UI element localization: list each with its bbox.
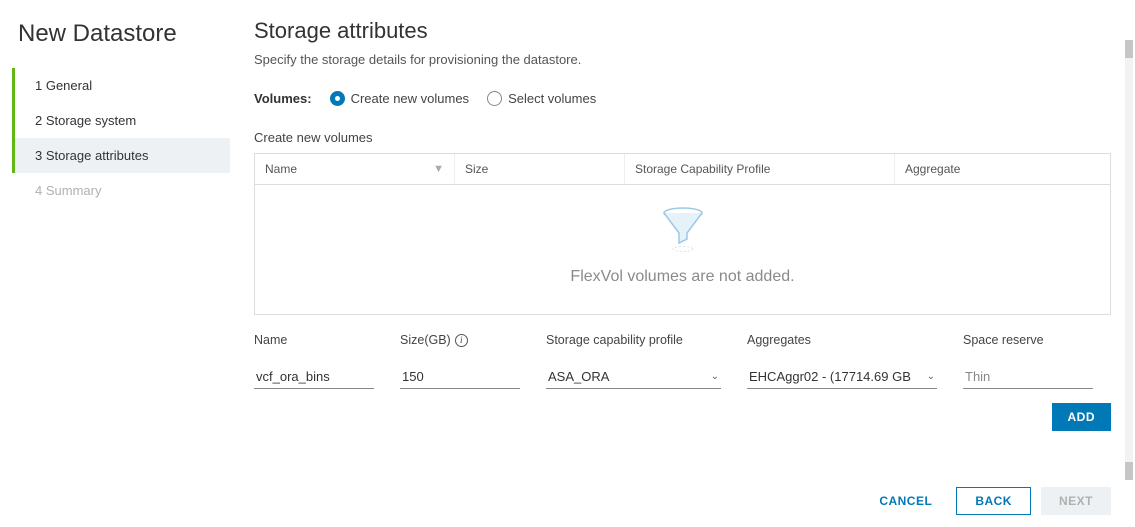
name-input[interactable] — [254, 365, 374, 389]
scrollbar[interactable] — [1125, 40, 1133, 480]
step-summary: 4 Summary — [12, 173, 230, 208]
agg-label: Aggregates — [747, 333, 937, 347]
scp-label: Storage capability profile — [546, 333, 721, 347]
page-title: Storage attributes — [254, 18, 1111, 44]
create-volumes-section-label: Create new volumes — [254, 130, 1111, 145]
new-volume-form: Name Size(GB) i Storage capability profi… — [254, 333, 1111, 389]
wizard-sidebar: New Datastore 1 General 2 Storage system… — [0, 0, 230, 527]
back-button[interactable]: BACK — [956, 487, 1031, 515]
table-empty-body: FlexVol volumes are not added. — [255, 185, 1110, 314]
volumes-mode-row: Volumes: Create new volumes Select volum… — [254, 91, 1111, 106]
space-reserve-value: Thin — [963, 365, 1093, 389]
empty-text: FlexVol volumes are not added. — [255, 268, 1110, 286]
chevron-down-icon: ⌄ — [711, 371, 719, 382]
th-name[interactable]: Name ▼ — [255, 154, 455, 184]
aggregates-select[interactable]: EHCAggr02 - (17714.69 GB ⌄ — [747, 365, 937, 389]
chevron-down-icon: ⌄ — [927, 371, 935, 382]
field-aggregates: Aggregates EHCAggr02 - (17714.69 GB ⌄ — [747, 333, 937, 389]
table-header: Name ▼ Size Storage Capability Profile A… — [255, 154, 1110, 185]
field-name: Name — [254, 333, 374, 389]
radio-icon — [487, 91, 502, 106]
field-size: Size(GB) i — [400, 333, 520, 389]
step-storage-attributes[interactable]: 3 Storage attributes — [12, 138, 230, 173]
radio-create-volumes[interactable]: Create new volumes — [330, 91, 470, 106]
radio-icon — [330, 91, 345, 106]
field-scp: Storage capability profile ASA_ORA ⌄ — [546, 333, 721, 389]
next-button: NEXT — [1041, 487, 1111, 515]
name-label: Name — [254, 333, 374, 347]
res-label: Space reserve — [963, 333, 1093, 347]
th-scp[interactable]: Storage Capability Profile — [625, 154, 895, 184]
add-button[interactable]: ADD — [1052, 403, 1112, 431]
step-general[interactable]: 1 General — [12, 68, 230, 103]
size-label: Size(GB) i — [400, 333, 520, 347]
info-icon[interactable]: i — [455, 334, 468, 347]
scp-select[interactable]: ASA_ORA ⌄ — [546, 365, 721, 389]
add-row: ADD — [254, 403, 1111, 431]
radio-select-label: Select volumes — [508, 91, 596, 106]
volumes-label: Volumes: — [254, 91, 312, 106]
th-aggregate[interactable]: Aggregate — [895, 154, 1110, 184]
filter-icon[interactable]: ▼ — [433, 163, 444, 175]
wizard-footer: CANCEL BACK NEXT — [865, 487, 1111, 515]
main-panel: Storage attributes Specify the storage d… — [230, 0, 1135, 527]
step-storage-system[interactable]: 2 Storage system — [12, 103, 230, 138]
wizard-title: New Datastore — [0, 20, 230, 68]
page-subtitle: Specify the storage details for provisio… — [254, 52, 1111, 67]
field-space-reserve: Space reserve Thin — [963, 333, 1093, 389]
volumes-table: Name ▼ Size Storage Capability Profile A… — [254, 153, 1111, 315]
radio-select-volumes[interactable]: Select volumes — [487, 91, 596, 106]
size-input[interactable] — [400, 365, 520, 389]
cancel-button[interactable]: CANCEL — [865, 487, 946, 515]
radio-create-label: Create new volumes — [351, 91, 470, 106]
th-size[interactable]: Size — [455, 154, 625, 184]
funnel-icon — [662, 241, 704, 256]
